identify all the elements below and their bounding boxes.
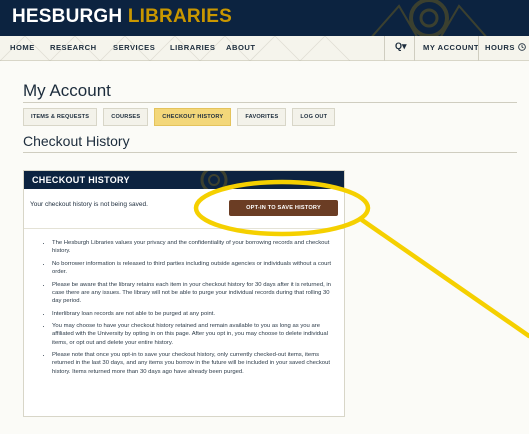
nav-hours[interactable]: HOURS <box>485 43 526 52</box>
title-divider <box>23 102 517 103</box>
section-title: Checkout History <box>23 133 130 149</box>
nav-research[interactable]: RESEARCH <box>50 43 97 52</box>
nav-libraries[interactable]: LIBRARIES <box>170 43 215 52</box>
tab-checkout-history[interactable]: CHECKOUT HISTORY <box>154 108 232 126</box>
logo-text-libraries: LIBRARIES <box>127 6 233 27</box>
main-nav: HOME RESEARCH SERVICES LIBRARIES ABOUT Q… <box>0 36 529 61</box>
nav-divider <box>384 36 385 61</box>
tab-log-out[interactable]: LOG OUT <box>292 108 336 126</box>
card-header-title: CHECKOUT HISTORY <box>32 175 130 185</box>
clock-icon <box>517 43 526 51</box>
nav-my-account[interactable]: MY ACCOUNT <box>423 43 479 52</box>
nav-divider <box>478 36 479 61</box>
site-logo[interactable]: HESBURGH LIBRARIES <box>12 6 232 28</box>
list-item: Please be aware that the library retains… <box>52 281 338 306</box>
list-item: Please note that once you opt-in to save… <box>52 351 338 376</box>
checkout-history-card: CHECKOUT HISTORY Your checkout history i… <box>23 170 345 417</box>
banner-pattern-decoration <box>371 0 487 36</box>
nav-hours-label: HOURS <box>485 43 515 52</box>
privacy-info-list: The Hesburgh Libraries values your priva… <box>52 239 338 380</box>
list-item: You may choose to have your checkout his… <box>52 322 338 347</box>
list-item: No borrower information is released to t… <box>52 260 338 276</box>
nav-home[interactable]: HOME <box>10 43 35 52</box>
list-item: The Hesburgh Libraries values your priva… <box>52 239 338 255</box>
tab-items-requests[interactable]: ITEMS & REQUESTS <box>23 108 98 126</box>
opt-in-save-history-button[interactable]: OPT-IN TO SAVE HISTORY <box>229 200 338 216</box>
logo-text-hesburgh: HESBURGH <box>12 6 123 27</box>
history-status-text: Your checkout history is not being saved… <box>30 201 148 208</box>
nav-divider <box>414 36 415 61</box>
account-tabs: ITEMS & REQUESTS COURSES CHECKOUT HISTOR… <box>23 108 336 126</box>
card-header: CHECKOUT HISTORY <box>24 171 344 189</box>
nav-services[interactable]: SERVICES <box>113 43 155 52</box>
site-banner: HESBURGH LIBRARIES <box>0 0 529 36</box>
tab-courses[interactable]: COURSES <box>103 108 149 126</box>
history-status-row: Your checkout history is not being saved… <box>24 189 344 229</box>
list-item: Interlibrary loan records are not able t… <box>52 310 338 318</box>
highlight-pointer-line <box>359 217 529 339</box>
search-dropdown-button[interactable]: Q▾ <box>395 41 407 52</box>
page-title: My Account <box>23 81 111 100</box>
nav-about[interactable]: ABOUT <box>226 43 256 52</box>
section-divider <box>23 152 517 153</box>
card-header-pattern-decoration <box>200 171 228 189</box>
tab-favorites[interactable]: FAVORITES <box>237 108 287 126</box>
